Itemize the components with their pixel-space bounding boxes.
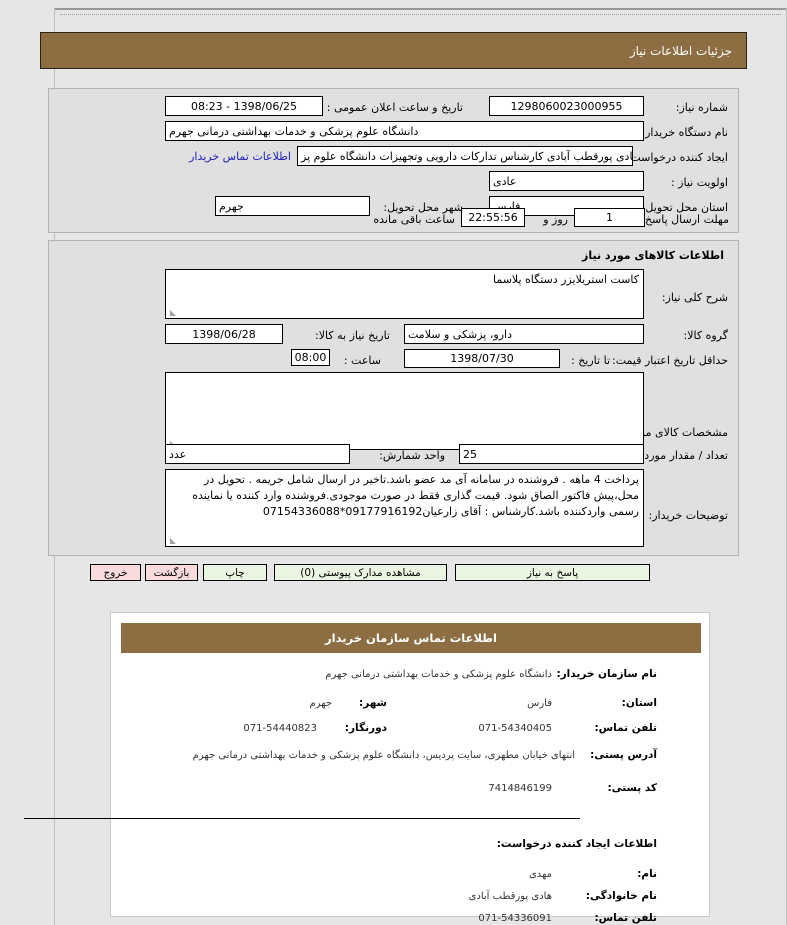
quantity-value: 25 <box>459 444 644 464</box>
buyer-contact-card: اطلاعات تماس سازمان خریدار <box>110 612 710 917</box>
resize-grip-icon[interactable]: ◣ <box>168 537 176 545</box>
need-number-label: شماره نیاز: <box>675 101 728 114</box>
buyer-notes-text: پرداخت 4 ماهه . فروشنده در سامانه آی مد … <box>192 473 639 518</box>
contact-card-title: اطلاعات تماس سازمان خریدار <box>325 631 497 645</box>
unit-value: عدد <box>165 444 350 464</box>
goods-group-label: گروه کالا: <box>683 329 728 342</box>
price-validity-time-label: ساعت : <box>343 354 381 367</box>
requester-phone-label: تلفن تماس: <box>594 912 657 924</box>
contact-org-name-label: نام سازمان خریدار: <box>556 668 657 680</box>
requester-label: ایجاد کننده درخواست: <box>626 151 728 164</box>
page-root: جزئیات اطلاعات نیاز شماره نیاز: 12980600… <box>0 0 787 925</box>
need-date-value: 1398/06/28 <box>165 324 283 344</box>
page-title-bar: جزئیات اطلاعات نیاز <box>40 32 747 69</box>
exit-button[interactable]: خروج <box>90 564 141 581</box>
contact-address-label: آدرس پستی: <box>590 749 657 761</box>
announce-datetime-value: 1398/06/25 - 08:23 <box>165 96 323 116</box>
general-desc-label: شرح کلی نیاز: <box>661 291 728 304</box>
contact-postal-label: کد پستی: <box>607 782 657 794</box>
window-top-edge <box>54 8 787 10</box>
buyer-contact-link[interactable]: اطلاعات تماس خریدار <box>189 150 291 163</box>
goods-panel-heading: اطلاعات کالاهای مورد نیاز <box>582 249 724 262</box>
requester-first-name-label: نام: <box>637 868 657 880</box>
contact-fax-label: دورنگار: <box>344 722 387 734</box>
contact-city-value: جهرم <box>309 698 333 709</box>
buyer-org-value: دانشگاه علوم پزشکی و خدمات بهداشتی درمان… <box>165 121 644 141</box>
general-desc-value[interactable]: کاست استریلایزر دستگاه پلاسما ◣ <box>165 269 644 319</box>
delivery-city-value: جهرم <box>215 196 370 216</box>
price-validity-date: 1398/07/30 <box>404 349 560 368</box>
need-date-label: تاریخ نیاز به کالا: <box>315 329 390 342</box>
announce-datetime-label: تاریخ و ساعت اعلان عمومی : <box>326 101 463 114</box>
goods-info-panel: اطلاعات کالاهای مورد نیاز شرح کلی نیاز: … <box>48 240 739 556</box>
specs-value[interactable]: ◣ <box>165 372 644 450</box>
price-validity-time: 08:00 <box>291 349 330 366</box>
need-number-value: 1298060023000955 <box>489 96 644 116</box>
deadline-days-value: 1 <box>574 208 645 227</box>
requester-last-name-label: نام خانوادگی: <box>585 890 657 902</box>
requester-first-name-value: مهدی <box>528 869 552 880</box>
back-button[interactable]: بازگشت <box>145 564 198 581</box>
contact-address-value: انتهای خیابان مطهری، سایت پردیس، دانشگاه… <box>192 750 575 761</box>
requester-value: مهدی هادی پورقطب آبادی کارشناس تدارکات د… <box>297 146 633 166</box>
buyer-notes-label: توضیحات خریدار: <box>648 509 729 522</box>
requester-phone-value: 071-54336091 <box>478 913 552 924</box>
contact-card-header: اطلاعات تماس سازمان خریدار <box>121 623 701 653</box>
resize-grip-icon[interactable]: ◣ <box>168 309 176 317</box>
deadline-time-value: 22:55:56 <box>461 208 525 227</box>
requester-last-name-value: هادی پورقطب آبادی <box>468 891 552 902</box>
general-desc-text: کاست استریلایزر دستگاه پلاسما <box>492 273 639 286</box>
contact-org-name-value: دانشگاه علوم پزشکی و خدمات بهداشتی درمان… <box>325 669 552 680</box>
contact-divider <box>24 818 580 819</box>
buyer-org-label: نام دستگاه خریدار: <box>641 126 728 139</box>
contact-province-label: استان: <box>621 697 657 709</box>
dotted-separator <box>60 14 781 15</box>
contact-phone-label: تلفن تماس: <box>594 722 657 734</box>
print-button[interactable]: چاپ <box>203 564 267 581</box>
priority-label: اولویت نیاز : <box>670 176 728 189</box>
contact-province-value: فارس <box>527 698 552 709</box>
page-title: جزئیات اطلاعات نیاز <box>629 43 732 58</box>
response-deadline-label: مهلت ارسال پاسخ: <box>641 213 729 226</box>
priority-value: عادی <box>489 171 644 191</box>
respond-button[interactable]: پاسخ به نیاز <box>455 564 650 581</box>
deadline-days-unit: روز و <box>543 213 568 226</box>
contact-postal-value: 7414846199 <box>488 783 552 794</box>
contact-fax-value: 071-54440823 <box>243 723 317 734</box>
contact-city-label: شهر: <box>359 697 387 709</box>
goods-group-value: دارو، پزشکی و سلامت <box>404 324 644 344</box>
price-validity-label: حداقل تاریخ اعتبار قیمت: <box>612 354 728 367</box>
price-validity-until-label: تا تاریخ : <box>571 354 610 367</box>
unit-label: واحد شمارش: <box>379 449 445 462</box>
buyer-notes-value[interactable]: پرداخت 4 ماهه . فروشنده در سامانه آی مد … <box>165 469 644 547</box>
contact-phone-value: 071-54340405 <box>478 723 552 734</box>
view-attachments-button[interactable]: مشاهده مدارک پیوستی (0) <box>274 564 447 581</box>
requester-section-title: اطلاعات ایجاد کننده درخواست: <box>496 838 657 850</box>
deadline-time-unit: ساعت باقی مانده <box>373 213 455 226</box>
